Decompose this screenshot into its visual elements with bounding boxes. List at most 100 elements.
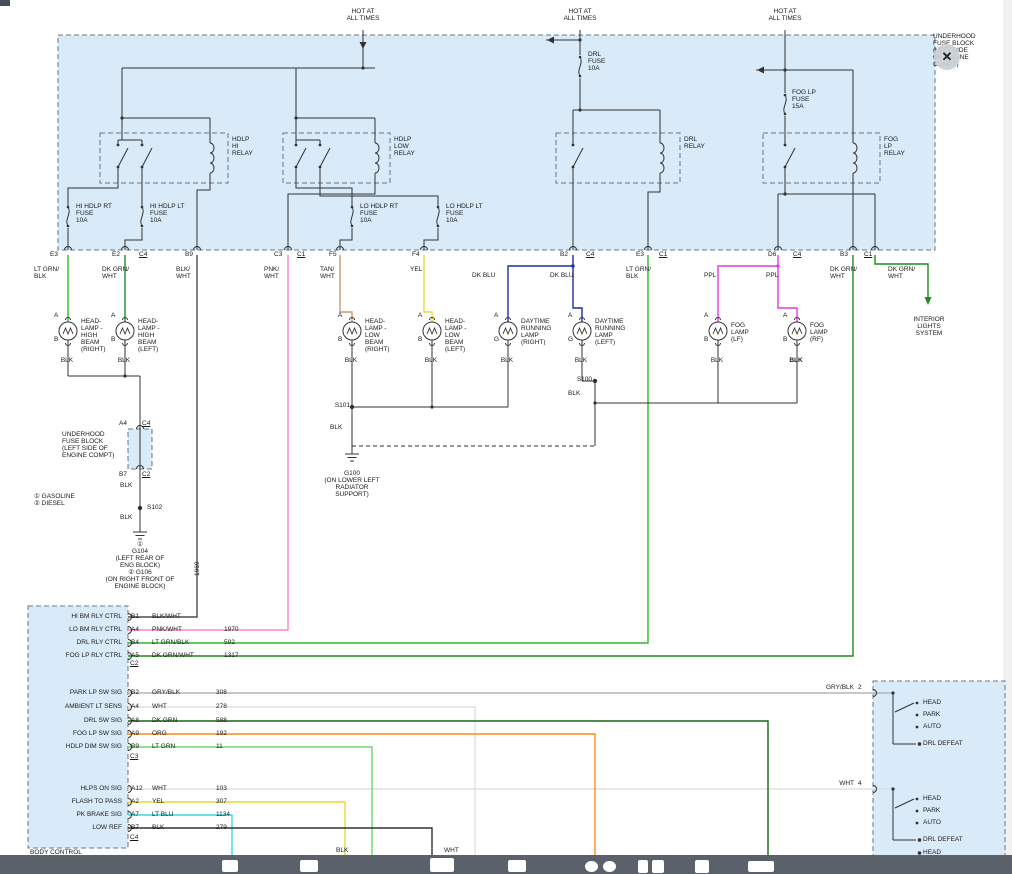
lamp-terminal-b: B xyxy=(418,336,428,343)
taskbar-icon[interactable] xyxy=(748,861,774,872)
connector-c2-mid: C2 xyxy=(142,471,156,478)
taskbar-icon[interactable] xyxy=(603,861,616,872)
terminal-b7-mid: B7 xyxy=(114,471,127,478)
lamp-blk-label: BLK xyxy=(417,357,445,364)
blk-label-s100: BLK xyxy=(568,390,586,397)
bcm-pin-name: FOG LP RLY CTRL xyxy=(30,652,122,659)
close-icon: ✕ xyxy=(942,49,953,65)
taskbar-icon[interactable] xyxy=(300,860,318,872)
fog-lp-fuse-label: FOG LP FUSE 15A xyxy=(792,89,826,110)
bcm-circuit-number: 1317 xyxy=(224,652,250,659)
bcm-pin-name: AMBIENT LT SENS xyxy=(30,703,122,710)
lamp-terminal-a: A xyxy=(338,312,348,319)
taskbar-icon[interactable] xyxy=(508,860,526,872)
hdlp-low-relay-label: HDLP LOW RELAY xyxy=(394,136,430,157)
lo-hdlp-rt-fuse-label: LO HDLP RT FUSE 10A xyxy=(360,203,402,224)
lamp-terminal-a: A xyxy=(568,312,578,319)
bcm-pin-name: HDLP DIM SW SIG xyxy=(30,743,122,750)
bcm-pin-id: B9 xyxy=(131,743,149,750)
switch-pos-park-2: PARK xyxy=(923,807,983,814)
bcm-wire-color: LT BLU xyxy=(152,811,204,818)
taskbar-icon[interactable] xyxy=(585,861,598,872)
lamp-blk-label-bold: BLK xyxy=(782,357,810,364)
bcm-wire-color: BLK/WHT xyxy=(152,613,204,620)
window-corner xyxy=(0,0,10,6)
drl-fuse-label: DRL FUSE 10A xyxy=(588,51,622,72)
bcm-circuit-number: 278 xyxy=(216,703,242,710)
connector-c4-3: C4 xyxy=(793,251,807,258)
close-button[interactable]: ✕ xyxy=(934,44,960,70)
bottom-blk-label: BLK xyxy=(336,847,354,854)
taskbar-icon[interactable] xyxy=(695,860,709,873)
splice-s100-label: S100 xyxy=(560,376,592,383)
connector-arcs-mid xyxy=(137,426,877,793)
wire-label-ppl-1: PPL xyxy=(704,272,722,279)
drl-relay-label: DRL RELAY xyxy=(684,136,720,150)
wire-label-lt-grn-blk-1: LT GRN/ BLK xyxy=(34,266,66,280)
bcm-connector-c3: C3 xyxy=(130,753,146,760)
lamp-terminal-b: B xyxy=(338,336,348,343)
lamp-name-hb-right: HEAD- LAMP - HIGH BEAM (RIGHT) xyxy=(81,318,125,353)
connector-c4-2: C4 xyxy=(586,251,600,258)
bcm-wire-color: WHT xyxy=(152,703,204,710)
bcm-pin-id: B2 xyxy=(131,689,149,696)
lamp-blk-label: BLK xyxy=(337,357,365,364)
lamp-terminal-a: A xyxy=(783,312,793,319)
bcm-pin-name: DRL SW SIG xyxy=(30,717,122,724)
lamp-terminal-b: B xyxy=(54,336,64,343)
wire-label-dk-grn-wht-2: DK GRN/ WHT xyxy=(830,266,864,280)
splice-s101-label: S101 xyxy=(320,402,350,409)
switch-pos-auto-2: AUTO xyxy=(923,819,983,826)
wire-label-blk-wht: BLK/ WHT xyxy=(176,266,200,280)
taskbar-icon[interactable] xyxy=(638,860,648,873)
bcm-wire-color: PNK/WHT xyxy=(152,626,204,633)
bcm-pin-id: B1 xyxy=(131,613,149,620)
bottom-wht-label: WHT xyxy=(444,847,462,854)
lamp-name-fog-rf: FOG LAMP (RF) xyxy=(810,322,854,343)
interior-lights-label: INTERIOR LIGHTS SYSTEM xyxy=(901,316,957,337)
connector-c1-1: C1 xyxy=(297,251,311,258)
taskbar-icon[interactable] xyxy=(222,860,238,872)
wire-wht xyxy=(128,707,893,855)
bcm-wire-color: YEL xyxy=(152,798,204,805)
terminal-a4-mid: A4 xyxy=(114,420,127,427)
blk-label-fb-lower: BLK xyxy=(120,514,138,521)
lamp-name-lb-right: HEAD- LAMP - LOW BEAM (RIGHT) xyxy=(365,318,409,353)
terminal-e3-2: E3 xyxy=(636,251,650,258)
circuit-1969-label: 1969 xyxy=(194,550,201,576)
connector-c1-3: C1 xyxy=(864,251,878,258)
bcm-pin-id: B7 xyxy=(131,824,149,831)
switch-pos-auto-1: AUTO xyxy=(923,723,983,730)
wire-label-pnk-wht: PNK/ WHT xyxy=(264,266,288,280)
wire-label-gry-blk-right: GRY/BLK xyxy=(806,684,854,691)
lamp-blk-label: BLK xyxy=(703,357,731,364)
hdlp-hi-relay-label: HDLP HI RELAY xyxy=(232,136,268,157)
lamp-name-hb-left: HEAD- LAMP - HIGH BEAM (LEFT) xyxy=(138,318,182,353)
bcm-pin-id: A12 xyxy=(131,785,149,792)
hot-at-all-times-3: HOT AT ALL TIMES xyxy=(762,8,808,22)
taskbar-icon[interactable] xyxy=(652,860,664,873)
wire-blk xyxy=(128,828,432,855)
terminal-c3: C3 xyxy=(274,251,288,258)
taskbar-icon[interactable] xyxy=(430,858,454,872)
bcm-circuit-number: 279 xyxy=(216,824,242,831)
terminal-f4: F4 xyxy=(412,251,426,258)
terminal-f5: F5 xyxy=(329,251,343,258)
connector-c1-2: C1 xyxy=(659,251,673,258)
connector-c4-mid: C4 xyxy=(142,420,156,427)
bcm-pin-id: A4 xyxy=(131,626,149,633)
switch-pos-head-1: HEAD xyxy=(923,699,983,706)
bcm-pin-id: A2 xyxy=(131,798,149,805)
hi-hdlp-rt-fuse-label: HI HDLP RT FUSE 10A xyxy=(76,203,118,224)
terminal-b3: B3 xyxy=(840,251,854,258)
hot-at-all-times-1: HOT AT ALL TIMES xyxy=(340,8,386,22)
lamp-name-lb-left: HEAD- LAMP - LOW BEAM (LEFT) xyxy=(445,318,489,353)
lamp-terminal-a: A xyxy=(494,312,504,319)
ground-g100-label: G100 (ON LOWER LEFT RADIATOR SUPPORT) xyxy=(300,470,404,498)
interior-lights-arrow-icon xyxy=(925,297,932,305)
switch-pos-drl-defeat-1: DRL DEFEAT xyxy=(923,740,983,747)
terminal-b9: B9 xyxy=(185,251,199,258)
bcm-wire-color: BLK xyxy=(152,824,204,831)
lamp-blk-label: BLK xyxy=(493,357,521,364)
terminal-2-label: 2 xyxy=(858,684,868,691)
